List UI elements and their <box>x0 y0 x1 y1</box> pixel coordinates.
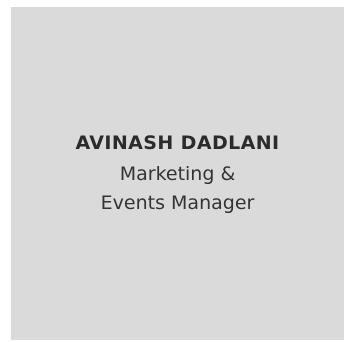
person-name: AVINASH DADLANI <box>75 131 280 154</box>
job-title-line-1: Marketing & <box>119 162 236 185</box>
profile-card: AVINASH DADLANI Marketing & Events Manag… <box>11 7 344 340</box>
job-title-line-2: Events Manager <box>100 191 255 214</box>
